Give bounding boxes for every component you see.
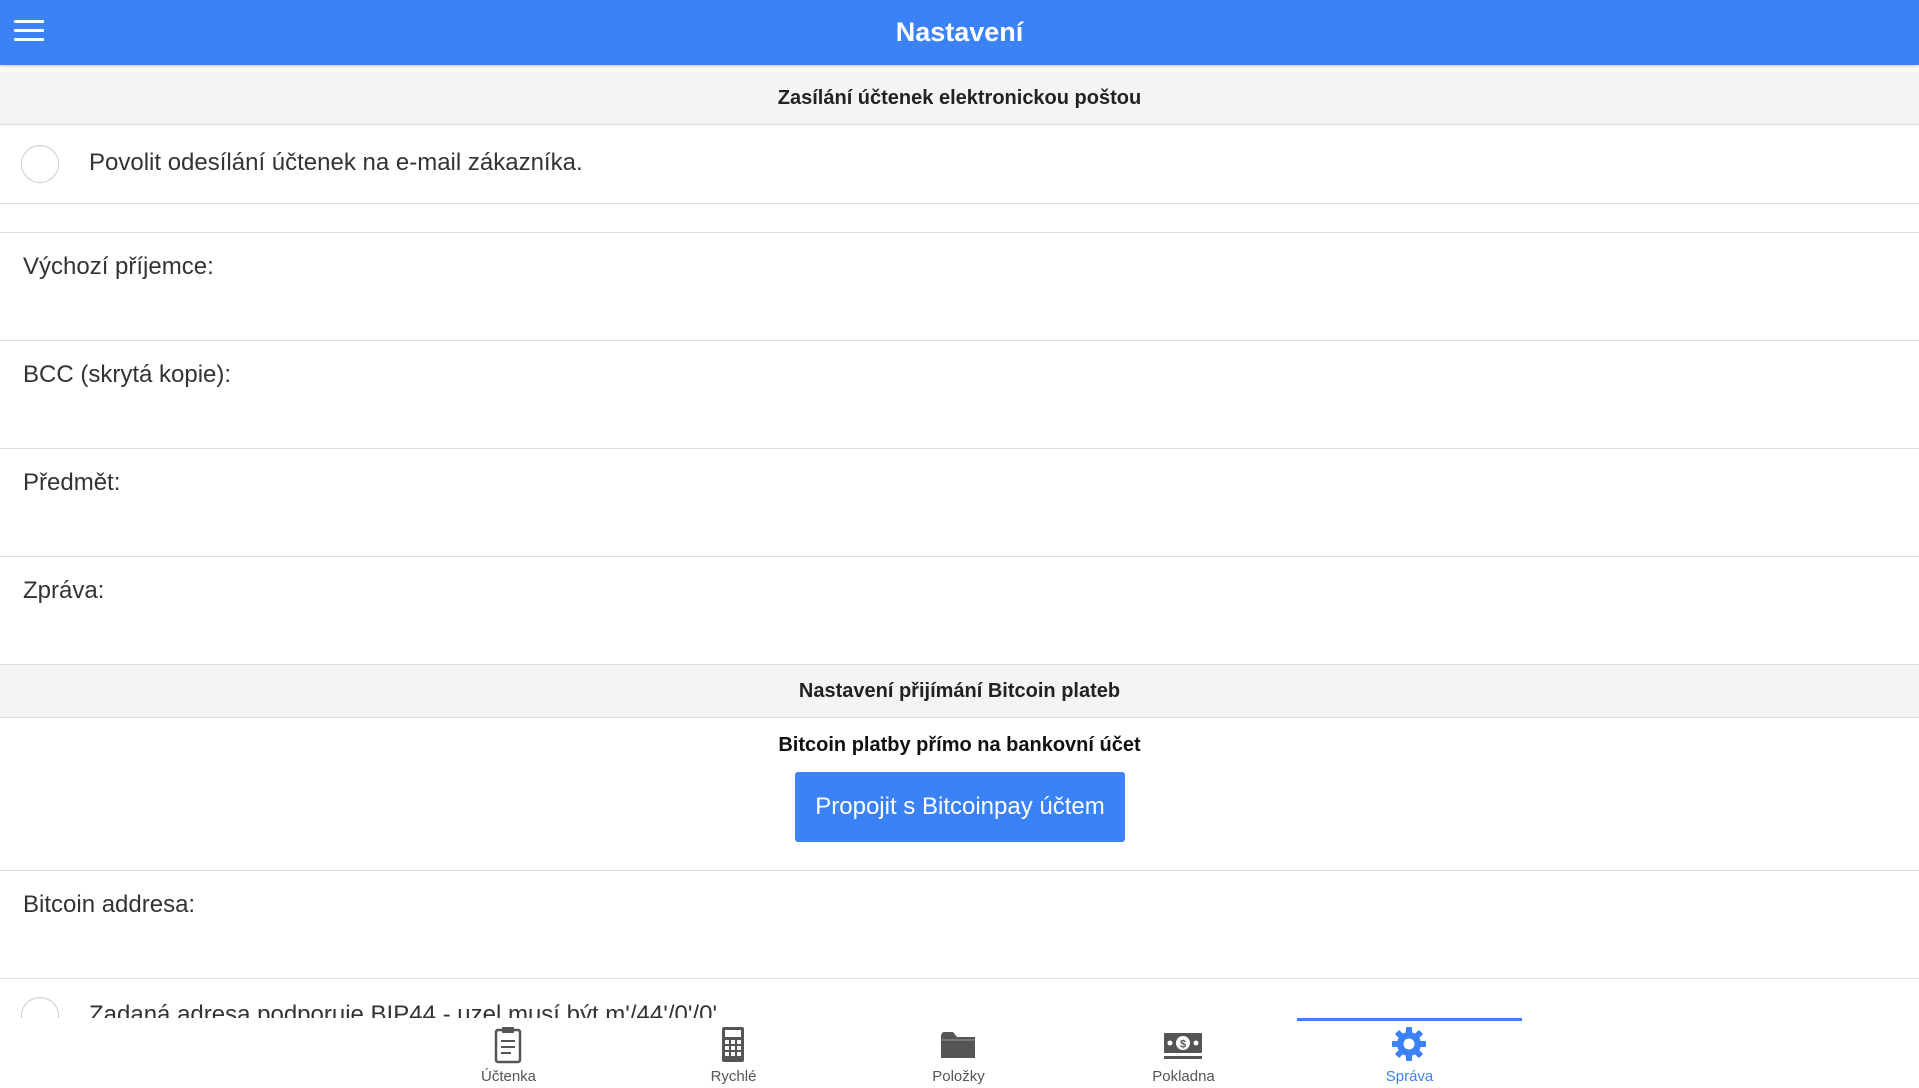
bitcoin-address-label: Bitcoin addresa: — [23, 891, 196, 918]
bcc-input[interactable] — [23, 397, 1896, 439]
bitcoin-bank-block: Bitcoin platby přímo na bankovní účet Pr… — [0, 718, 1919, 871]
top-app-bar: Nastavení — [0, 0, 1919, 65]
section-spacer — [0, 204, 1919, 233]
folder-icon — [941, 1032, 975, 1058]
tab-register[interactable]: $ Pokladna — [1071, 1018, 1296, 1088]
tab-register-label: Pokladna — [1152, 1068, 1215, 1085]
page-title: Nastavení — [895, 17, 1024, 47]
settings-content[interactable]: Zasílání účtenek elektronickou poštou Po… — [0, 72, 1919, 1018]
tab-receipt-label: Účtenka — [480, 1068, 537, 1085]
bip44-radio[interactable] — [21, 997, 59, 1018]
bip44-label: Zadaná adresa podporuje BIP44 - uzel mus… — [89, 1001, 718, 1018]
message-label: Zpráva: — [23, 577, 105, 604]
message-input[interactable] — [23, 613, 1896, 655]
tab-quick-label: Rychlé — [710, 1068, 757, 1085]
email-enable-option[interactable]: Povolit odesílání účtenek na e-mail záka… — [0, 125, 1919, 204]
tab-receipt[interactable]: Účtenka — [396, 1018, 621, 1088]
subject-input[interactable] — [23, 505, 1896, 547]
default-recipient-label: Výchozí příjemce: — [23, 253, 214, 280]
cash-register-money-icon: $ — [1164, 1033, 1202, 1059]
email-enable-radio[interactable] — [21, 145, 59, 183]
tab-items-label: Položky — [932, 1068, 985, 1085]
bottom-navigation: Účtenka Rychlé Položky $ Pokladna Správa — [0, 1018, 1919, 1088]
bcc-field: BCC (skrytá kopie): — [0, 341, 1919, 449]
bitcoin-subtitle: Bitcoin platby přímo na bankovní účet — [778, 734, 1141, 756]
receipt-clipboard-icon — [494, 1027, 522, 1064]
tab-items[interactable]: Položky — [846, 1018, 1071, 1088]
default-recipient-input[interactable] — [23, 289, 1896, 331]
svg-text:$: $ — [1180, 1039, 1186, 1051]
bcc-label: BCC (skrytá kopie): — [23, 361, 232, 388]
default-recipient-field: Výchozí příjemce: — [0, 233, 1919, 341]
email-enable-label: Povolit odesílání účtenek na e-mail záka… — [89, 149, 583, 176]
subject-label: Předmět: — [23, 469, 121, 496]
bitcoin-address-field: Bitcoin addresa: — [0, 871, 1919, 979]
connect-bitcoinpay-button[interactable]: Propojit s Bitcoinpay účtem — [795, 772, 1125, 842]
tab-admin-label: Správa — [1385, 1068, 1434, 1085]
email-section-header: Zasílání účtenek elektronickou poštou — [0, 72, 1919, 125]
tab-quick[interactable]: Rychlé — [621, 1018, 846, 1088]
gear-icon — [1392, 1027, 1426, 1061]
message-field: Zpráva: — [0, 557, 1919, 665]
bip44-option[interactable]: Zadaná adresa podporuje BIP44 - uzel mus… — [0, 979, 1919, 1018]
subject-field: Předmět: — [0, 449, 1919, 557]
calculator-icon — [722, 1027, 744, 1062]
bitcoin-address-input[interactable] — [23, 927, 1896, 969]
tab-admin[interactable]: Správa — [1297, 1018, 1522, 1088]
bitcoin-section-header: Nastavení přijímání Bitcoin plateb — [0, 665, 1919, 718]
